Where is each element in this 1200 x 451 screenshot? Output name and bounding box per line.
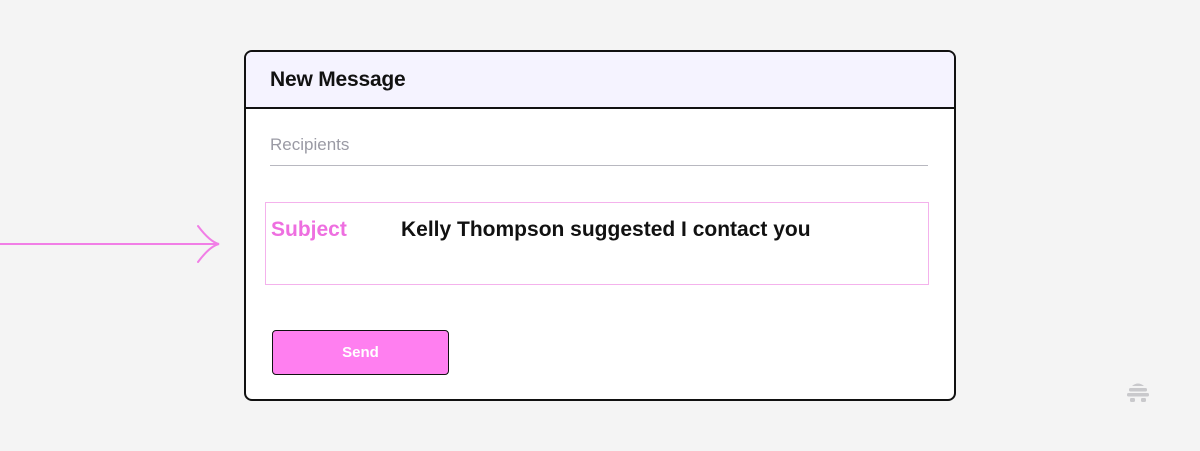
recipients-field[interactable] bbox=[270, 130, 928, 166]
brand-logo-icon bbox=[1127, 383, 1149, 402]
send-button[interactable]: Send bbox=[272, 330, 449, 375]
window-title: New Message bbox=[270, 67, 406, 91]
subject-input[interactable]: Kelly Thompson suggested I contact you bbox=[401, 218, 811, 242]
subject-label: Subject bbox=[271, 218, 347, 241]
subject-field[interactable]: Subject Kelly Thompson suggested I conta… bbox=[265, 202, 929, 285]
new-message-window: New Message Subject Kelly Thompson sugge… bbox=[244, 50, 956, 401]
recipients-input[interactable] bbox=[270, 130, 928, 160]
arrow-right-icon bbox=[0, 225, 220, 263]
window-header: New Message bbox=[246, 52, 954, 109]
